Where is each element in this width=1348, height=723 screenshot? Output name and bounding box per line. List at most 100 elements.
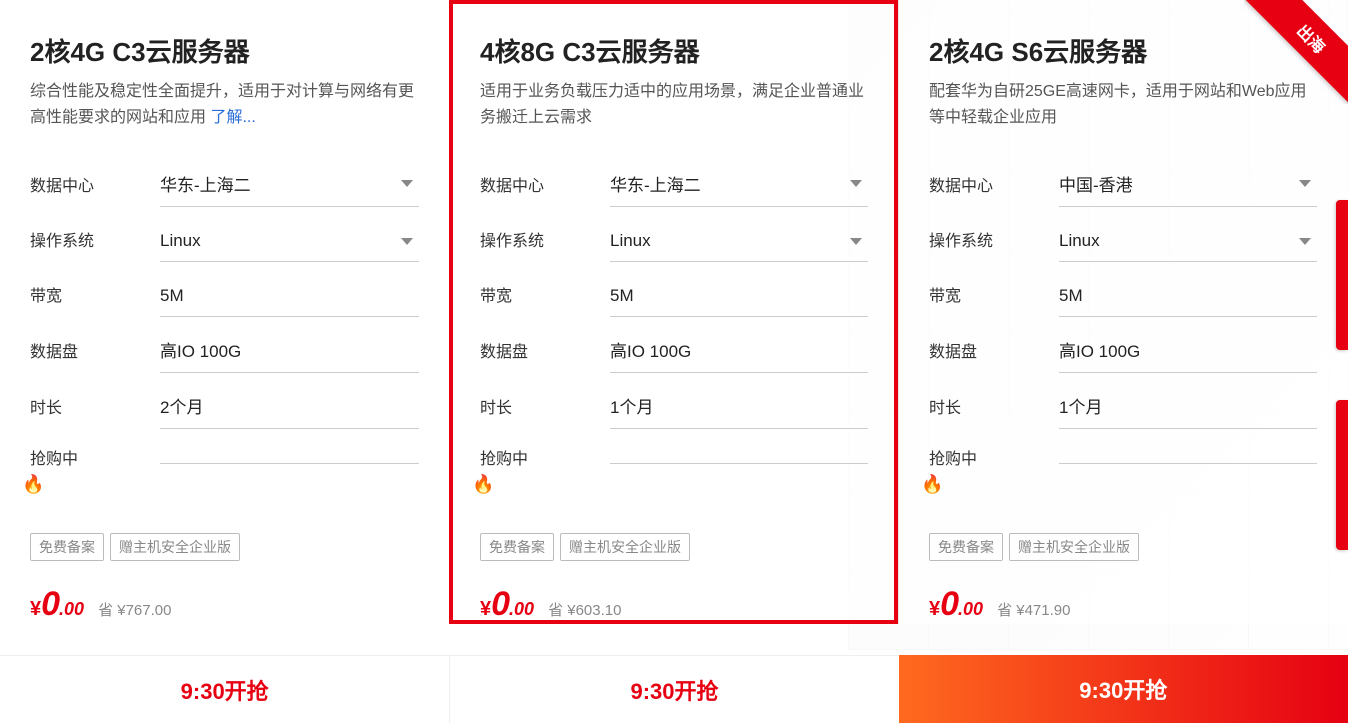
tag-host-security: 赠主机安全企业版 — [110, 533, 240, 561]
status-value — [160, 455, 419, 464]
product-description: 适用于业务负载压力适中的应用场景，满足企业普通业务搬迁上云需求 — [480, 79, 868, 131]
side-tab-2[interactable] — [1336, 400, 1348, 550]
spec-value-disk: 高IO 100G — [610, 337, 691, 362]
spec-value-os: Linux — [610, 231, 651, 251]
tag-host-security: 赠主机安全企业版 — [1009, 533, 1139, 561]
price-major: 0 — [940, 585, 958, 623]
flame-icon: 🔥 — [921, 474, 943, 495]
product-title: 4核8G C3云服务器 — [480, 32, 868, 69]
chevron-down-icon — [850, 238, 862, 245]
product-card-1: 4核8G C3云服务器适用于业务负载压力适中的应用场景，满足企业普通业务搬迁上云… — [449, 0, 898, 624]
os-select[interactable]: Linux — [610, 221, 868, 262]
spec-row-bandwidth: 带宽5M — [929, 272, 1317, 317]
flame-icon: 🔥 — [472, 474, 494, 495]
spec-label-disk: 数据盘 — [30, 328, 160, 372]
price-currency: ¥ — [30, 598, 41, 620]
price-minor: .00 — [958, 599, 983, 619]
spec-value-os: Linux — [1059, 231, 1100, 251]
spec-label-datacenter: 数据中心 — [30, 162, 160, 206]
price-major: 0 — [491, 585, 509, 623]
status-value — [610, 455, 868, 464]
spec-label-bandwidth: 带宽 — [480, 272, 610, 316]
promo-ribbon-label: 出海 — [1244, 0, 1348, 104]
tag-free-beian: 免费备案 — [929, 533, 1003, 561]
bandwidth-value-wrap: 5M — [610, 276, 868, 317]
spec-label-bandwidth: 带宽 — [30, 272, 160, 316]
chevron-down-icon — [850, 180, 862, 187]
spec-row-disk: 数据盘高IO 100G — [929, 327, 1317, 373]
duration-value-wrap: 2个月 — [160, 383, 419, 429]
product-card-0: 2核4G C3云服务器综合性能及稳定性全面提升，适用于对计算与网络有更高性能要求… — [0, 0, 449, 624]
status-label: 抢购中 — [30, 445, 160, 477]
datacenter-select[interactable]: 中国-香港 — [1059, 161, 1317, 207]
datacenter-select[interactable]: 华东-上海二 — [160, 161, 419, 207]
spec-row-duration: 时长1个月 — [929, 383, 1317, 429]
spec-value-duration: 2个月 — [160, 393, 203, 418]
chevron-down-icon — [401, 180, 413, 187]
spec-label-os: 操作系统 — [480, 217, 610, 261]
product-cards: 2核4G C3云服务器综合性能及稳定性全面提升，适用于对计算与网络有更高性能要求… — [0, 0, 1348, 624]
chevron-down-icon — [1299, 180, 1311, 187]
spec-value-os: Linux — [160, 231, 201, 251]
price-major: 0 — [41, 585, 59, 623]
spec-row-duration: 时长2个月 — [30, 383, 419, 429]
status-row: 抢购中 — [929, 445, 1317, 477]
flame-icon: 🔥 — [22, 474, 44, 495]
learn-more-link[interactable]: 了解... — [210, 109, 255, 126]
spec-label-datacenter: 数据中心 — [929, 162, 1059, 206]
duration-value-wrap: 1个月 — [1059, 383, 1317, 429]
spec-value-bandwidth: 5M — [1059, 286, 1083, 306]
duration-value-wrap: 1个月 — [610, 383, 868, 429]
spec-row-datacenter: 数据中心中国-香港 — [929, 161, 1317, 207]
price-save: 省 ¥603.10 — [548, 599, 621, 620]
chevron-down-icon — [1299, 238, 1311, 245]
chevron-down-icon — [401, 238, 413, 245]
cta-button-2[interactable]: 9:30开抢 — [899, 655, 1348, 723]
product-description: 综合性能及稳定性全面提升，适用于对计算与网络有更高性能要求的网站和应用 了解..… — [30, 79, 419, 131]
price-minor: .00 — [59, 599, 84, 619]
datacenter-select[interactable]: 华东-上海二 — [610, 161, 868, 207]
tag-free-beian: 免费备案 — [480, 533, 554, 561]
price-currency: ¥ — [480, 598, 491, 620]
spec-label-os: 操作系统 — [929, 217, 1059, 261]
price-row: ¥0.00 省 ¥603.10 — [480, 585, 868, 624]
price-row: ¥0.00省 ¥767.00 — [30, 585, 419, 624]
spec-row-disk: 数据盘高IO 100G — [30, 327, 419, 373]
price: ¥0.00 — [929, 585, 983, 624]
status-row: 抢购中 — [30, 445, 419, 477]
spec-label-disk: 数据盘 — [929, 328, 1059, 372]
status-row: 抢购中 — [480, 445, 868, 477]
cta-button-0[interactable]: 9:30开抢 — [0, 655, 449, 723]
promo-ribbon: 出海 — [1244, 0, 1348, 104]
spec-value-datacenter: 中国-香港 — [1059, 171, 1133, 196]
spec-value-datacenter: 华东-上海二 — [160, 171, 251, 196]
cta-bar: 9:30开抢9:30开抢9:30开抢 — [0, 655, 1348, 723]
spec-label-duration: 时长 — [929, 384, 1059, 428]
price-minor: .00 — [509, 599, 534, 619]
spec-value-disk: 高IO 100G — [1059, 337, 1140, 362]
spec-row-bandwidth: 带宽5M — [480, 272, 868, 317]
disk-value-wrap: 高IO 100G — [1059, 327, 1317, 373]
price-save: 省 ¥471.90 — [997, 599, 1070, 620]
bandwidth-value-wrap: 5M — [160, 276, 419, 317]
price: ¥0.00 — [30, 585, 84, 624]
os-select[interactable]: Linux — [1059, 221, 1317, 262]
tag-list: 免费备案赠主机安全企业版 — [30, 533, 419, 561]
spec-row-bandwidth: 带宽5M — [30, 272, 419, 317]
spec-label-datacenter: 数据中心 — [480, 162, 610, 206]
spec-row-os: 操作系统Linux — [30, 217, 419, 262]
side-tab-1[interactable] — [1336, 200, 1348, 350]
tag-host-security: 赠主机安全企业版 — [560, 533, 690, 561]
os-select[interactable]: Linux — [160, 221, 419, 262]
spec-value-duration: 1个月 — [610, 393, 653, 418]
spec-label-bandwidth: 带宽 — [929, 272, 1059, 316]
spec-label-duration: 时长 — [480, 384, 610, 428]
cta-button-1[interactable]: 9:30开抢 — [449, 655, 898, 723]
spec-label-os: 操作系统 — [30, 217, 160, 261]
spec-row-datacenter: 数据中心华东-上海二 — [30, 161, 419, 207]
price-row: ¥0.00 省 ¥471.90 — [929, 585, 1317, 624]
spec-row-os: 操作系统Linux — [480, 217, 868, 262]
spec-value-duration: 1个月 — [1059, 393, 1102, 418]
status-label: 抢购中 — [480, 445, 610, 477]
disk-value-wrap: 高IO 100G — [160, 327, 419, 373]
